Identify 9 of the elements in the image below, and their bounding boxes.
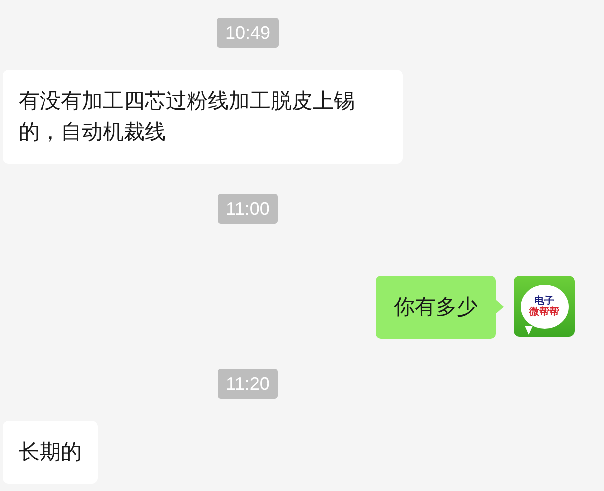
timestamp: 10:49 bbox=[217, 18, 279, 48]
message-bubble: 你有多少 bbox=[376, 276, 496, 339]
timestamp: 11:00 bbox=[218, 194, 278, 224]
timestamp: 11:20 bbox=[218, 369, 278, 399]
avatar-text: 微帮帮 bbox=[530, 306, 560, 318]
message-bubble: 长期的 bbox=[3, 421, 98, 484]
message-bubble: 有没有加工四芯过粉线加工脱皮上锡的，自动机裁线 bbox=[3, 70, 403, 164]
avatar-text: 电子 bbox=[534, 296, 554, 306]
bubble-tail bbox=[496, 300, 504, 314]
